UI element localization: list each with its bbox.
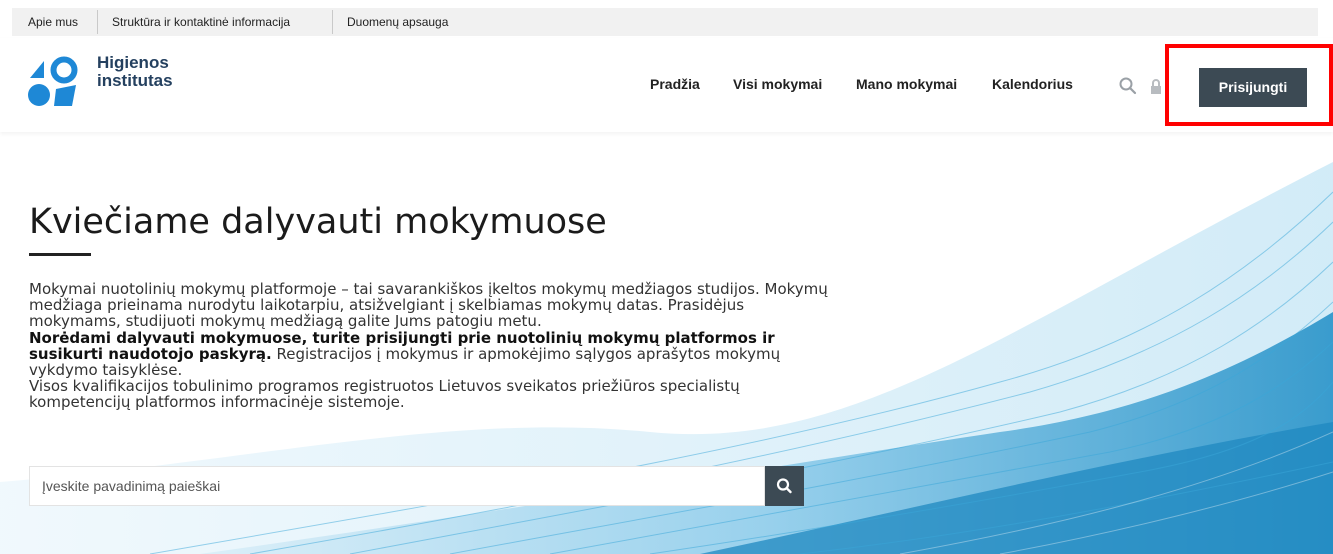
title-underline — [29, 253, 91, 256]
nav-my-courses[interactable]: Mano mokymai — [856, 76, 957, 92]
top-link-about[interactable]: Apie mus — [28, 8, 78, 36]
logo-line-2: institutas — [97, 71, 173, 90]
divider — [97, 10, 98, 34]
search-button[interactable] — [765, 466, 804, 506]
logo-line-1: Higienos — [97, 53, 169, 72]
nav-all-courses[interactable]: Visi mokymai — [733, 76, 822, 92]
hero-section: Kviečiame dalyvauti mokymuose Mokymai nu… — [0, 132, 1333, 554]
divider — [332, 10, 333, 34]
site-header: Higienos institutas Pradžia Visi mokymai… — [0, 38, 1333, 132]
intro-text: Mokymai nuotolinių mokymų platformoje – … — [29, 281, 839, 411]
top-utility-bar: Apie mus Struktūra ir kontaktinė informa… — [0, 0, 1333, 38]
nav-home[interactable]: Pradžia — [650, 76, 700, 92]
nav-calendar[interactable]: Kalendorius — [992, 76, 1073, 92]
search-field-wrapper — [29, 466, 765, 506]
top-utility-links: Apie mus Struktūra ir kontaktinė informa… — [12, 8, 1318, 36]
page-title: Kviečiame dalyvauti mokymuose — [29, 202, 607, 242]
search-input[interactable] — [30, 467, 742, 505]
search-icon — [776, 478, 792, 494]
logo-icon — [28, 56, 78, 106]
logo-text[interactable]: Higienos institutas — [97, 54, 173, 90]
lock-icon[interactable] — [1150, 76, 1162, 96]
top-link-privacy[interactable]: Duomenų apsauga — [347, 8, 448, 36]
search-icon[interactable] — [1118, 76, 1138, 96]
logo-mark[interactable] — [28, 56, 80, 108]
intro-paragraph-3: Visos kvalifikacijos tobulinimo programo… — [29, 377, 740, 412]
intro-paragraph-2: Norėdami dalyvauti mokymuose, turite pri… — [29, 329, 839, 379]
top-link-structure[interactable]: Struktūra ir kontaktinė informacija — [112, 8, 290, 36]
highlight-box — [1165, 44, 1333, 126]
intro-paragraph-1: Mokymai nuotolinių mokymų platformoje – … — [29, 280, 828, 331]
